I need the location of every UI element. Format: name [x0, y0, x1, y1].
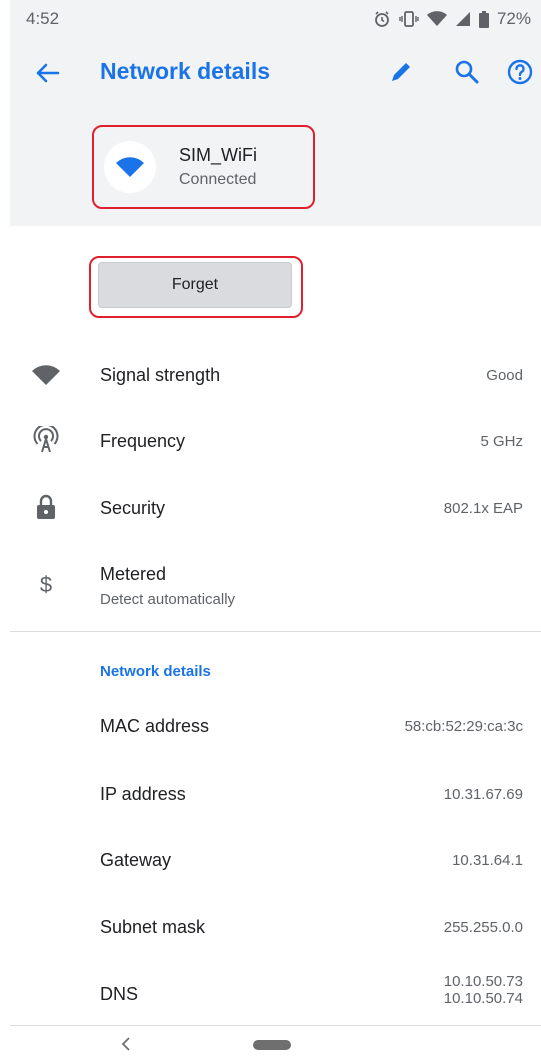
row-value: Good — [486, 367, 523, 384]
nav-back-icon[interactable] — [118, 1036, 134, 1052]
lock-icon — [30, 491, 62, 523]
vibrate-icon — [399, 11, 419, 27]
divider — [10, 631, 541, 632]
row-value: 5 GHz — [480, 433, 523, 450]
status-bar: 4:52 72% — [10, 0, 541, 38]
row-dns[interactable]: DNS 10.10.50.73 10.10.50.74 — [0, 960, 541, 1024]
row-metered[interactable]: $ Metered Detect automatically — [0, 553, 541, 623]
forget-button[interactable]: Forget — [98, 262, 292, 308]
cell-signal-icon — [455, 12, 470, 26]
row-label: Metered — [100, 564, 167, 584]
wifi-signal-icon — [426, 11, 447, 26]
nav-home-pill[interactable] — [253, 1040, 291, 1050]
row-label: Signal strength — [100, 365, 221, 385]
back-arrow-icon[interactable] — [32, 58, 62, 88]
alarm-icon — [375, 11, 389, 27]
row-ip-address[interactable]: IP address 10.31.67.69 — [0, 761, 541, 827]
wifi-icon — [116, 157, 144, 177]
battery-icon — [478, 10, 489, 28]
dollar-icon: $ — [39, 572, 53, 597]
row-value: 58:cb:52:29:ca:3c — [404, 718, 523, 735]
row-label: Gateway — [100, 850, 172, 870]
row-mac-address[interactable]: MAC address 58:cb:52:29:ca:3c — [0, 693, 541, 759]
help-icon[interactable] — [504, 56, 536, 88]
search-icon[interactable] — [451, 56, 483, 88]
row-value: 255.255.0.0 — [443, 919, 523, 936]
frequency-icon — [30, 424, 62, 456]
row-value: 802.1x EAP — [443, 500, 523, 517]
network-ssid: SIM_WiFi — [179, 145, 257, 165]
status-icons: 72% — [373, 9, 531, 29]
row-label: Security — [100, 498, 166, 518]
row-subnet-mask[interactable]: Subnet mask 255.255.0.0 — [0, 894, 541, 960]
row-label: IP address — [100, 784, 186, 804]
app-bar: Network details — [10, 38, 541, 106]
row-label: Frequency — [100, 431, 186, 451]
row-label: MAC address — [100, 716, 210, 736]
wifi-icon — [30, 359, 62, 391]
battery-percent: 72% — [496, 9, 531, 28]
row-label: Subnet mask — [100, 917, 206, 937]
status-time: 4:52 — [26, 9, 60, 28]
row-value: 10.31.64.1 — [452, 852, 523, 869]
row-security[interactable]: Security 802.1x EAP — [0, 475, 541, 541]
row-sublabel: Detect automatically — [100, 591, 236, 608]
row-signal-strength[interactable]: Signal strength Good — [0, 342, 541, 408]
page-title: Network details — [100, 58, 270, 84]
row-value-secondary: 10.10.50.74 — [443, 990, 523, 1007]
row-value: 10.31.67.69 — [443, 786, 523, 803]
row-gateway[interactable]: Gateway 10.31.64.1 — [0, 827, 541, 893]
row-label: DNS — [100, 984, 139, 1004]
edit-icon[interactable] — [385, 56, 417, 88]
network-status: Connected — [179, 171, 257, 188]
row-value: 10.10.50.73 — [443, 973, 523, 990]
network-avatar — [104, 141, 156, 193]
section-title: Network details — [100, 663, 211, 680]
navigation-bar — [0, 1026, 541, 1062]
row-frequency[interactable]: Frequency 5 GHz — [0, 408, 541, 474]
